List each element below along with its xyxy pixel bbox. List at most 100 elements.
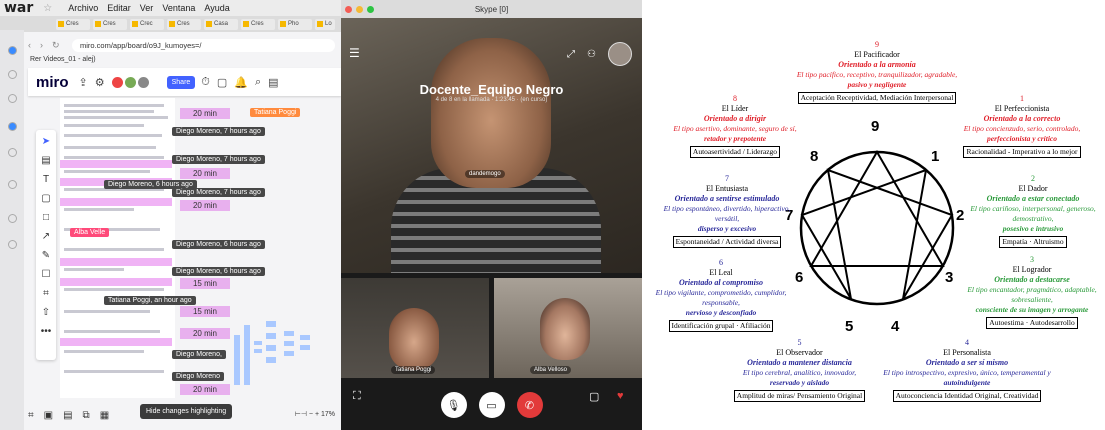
avatar[interactable] <box>124 76 136 88</box>
template-tool-icon[interactable]: ▤ <box>41 155 50 166</box>
shape-tool-icon[interactable]: □ <box>43 212 49 223</box>
type-keywords: disperso y excesivo <box>697 224 757 233</box>
frame-tool-icon[interactable]: ⌗ <box>43 288 49 299</box>
timer-icon[interactable]: ⏱ <box>201 76 210 89</box>
type-6-block: 6 El Leal Orientado al compromiso El tip… <box>646 258 796 332</box>
avatar[interactable] <box>111 76 123 88</box>
heart-icon[interactable]: ♥ <box>617 390 624 402</box>
participant-name: dandemogo <box>465 170 505 178</box>
add-participant-icon[interactable]: ⚇ <box>587 49 596 60</box>
type-4-block: 4 El Personalista Orientado a ser sí mis… <box>872 338 1062 402</box>
bookmark-item[interactable]: Rer Videos_01 - alej) <box>30 56 96 63</box>
url-bar: ‹ › ↻ miro.com/app/board/o9J_kumoyes=/ <box>28 36 341 54</box>
forward-icon[interactable]: › <box>40 40 52 50</box>
browser-tab[interactable]: Pho <box>278 18 312 30</box>
time-chip[interactable]: 20 min <box>180 384 230 395</box>
browser-tab[interactable]: Cres <box>93 18 127 30</box>
browser-tab[interactable]: Crec <box>130 18 164 30</box>
connector-tool-icon[interactable]: ↗ <box>42 231 50 242</box>
cards-icon[interactable]: ⧉ <box>83 410 90 421</box>
author-badge: Diego Moreno, 7 hours ago <box>172 188 265 197</box>
dock-app-icon[interactable] <box>8 180 17 189</box>
fit-icon[interactable]: ⊢⊣ <box>295 411 307 418</box>
text-tool-icon[interactable]: T <box>43 174 49 185</box>
call-top-icons: ⤢ ⚇ <box>567 42 632 66</box>
time-chip[interactable]: 20 min <box>180 200 230 211</box>
camera-button[interactable]: ▭ <box>478 392 505 418</box>
time-chip[interactable]: 20 min <box>180 328 230 339</box>
author-badge: Diego Moreno <box>172 372 224 381</box>
participant-video[interactable]: Tatiana Poggi <box>341 278 489 378</box>
menu-ventana[interactable]: Ventana <box>162 3 195 13</box>
chat-icon[interactable]: ▤ <box>63 410 72 421</box>
app-name: war <box>4 0 34 16</box>
browser-tab[interactable]: Casa <box>204 18 238 30</box>
browser-tab[interactable]: Lo <box>315 18 335 30</box>
menu-ayuda[interactable]: Ayuda <box>204 3 229 13</box>
grid-icon[interactable]: ⌗ <box>28 410 34 421</box>
share-button[interactable]: Share <box>166 75 196 89</box>
enneagram-number-6: 6 <box>795 269 803 286</box>
dock-app-icon[interactable] <box>8 94 17 103</box>
search-icon[interactable]: ⌕ <box>255 76 261 89</box>
dock-app-icon[interactable] <box>8 70 17 79</box>
menu-editar[interactable]: Editar <box>107 3 131 13</box>
menu-ver[interactable]: Ver <box>140 3 154 13</box>
dock-app-icon[interactable] <box>8 46 17 55</box>
time-chip[interactable]: 20 min <box>180 108 230 119</box>
hide-changes-tooltip[interactable]: Hide changes highlighting <box>140 404 233 419</box>
end-call-button[interactable]: ✆ <box>516 392 543 418</box>
type-box: Identificación grupal · Afiliación <box>668 320 774 332</box>
kanban-icon[interactable]: ▦ <box>100 410 109 421</box>
dock-app-icon[interactable] <box>8 214 17 223</box>
avatar[interactable] <box>137 76 149 88</box>
type-name: El Dador <box>1018 184 1048 193</box>
type-orientation: Orientado a la correcto <box>983 114 1061 123</box>
reload-icon[interactable]: ↻ <box>52 40 64 51</box>
comment-icon[interactable]: ▣ <box>44 410 53 421</box>
type-number: 4 <box>965 338 969 347</box>
board-document[interactable] <box>60 98 175 398</box>
miro-logo[interactable]: miro <box>36 74 69 91</box>
address-input[interactable]: miro.com/app/board/o9J_kumoyes=/ <box>72 38 335 52</box>
type-keywords: consciente de su imagen y arrogante <box>975 305 1089 314</box>
dock-app-icon[interactable] <box>8 148 17 157</box>
sticky-note-tool-icon[interactable]: ▢ <box>41 193 50 204</box>
upload-icon[interactable]: ⇪ <box>79 76 88 89</box>
upload-tool-icon[interactable]: ⇧ <box>42 307 50 318</box>
layout-icon[interactable]: ⤢ <box>567 49 575 60</box>
select-tool-icon[interactable]: ➤ <box>42 136 50 147</box>
comment-tool-icon[interactable]: ☐ <box>42 269 51 280</box>
microphone-button[interactable]: 🎙 <box>440 392 467 418</box>
back-icon[interactable]: ‹ <box>28 40 40 50</box>
zoom-out-button[interactable]: − <box>309 411 313 418</box>
browser-tab[interactable]: Cres <box>241 18 275 30</box>
menu-icon[interactable]: ☰ <box>349 46 360 60</box>
type-8-block: 8 El Líder Orientado a dirigir El tipo a… <box>660 94 810 158</box>
settings-icon[interactable]: ⚙ <box>95 76 105 89</box>
browser-tab[interactable]: Cres <box>167 18 201 30</box>
dock-app-icon[interactable] <box>8 240 17 249</box>
zoom-level: 17% <box>320 411 335 418</box>
comment-icon[interactable]: ▢ <box>217 76 227 89</box>
pen-tool-icon[interactable]: ✎ <box>42 250 50 261</box>
browser-tabstrip: Cres Cres Crec Cres Casa Cres Pho Lo <box>0 16 341 32</box>
mac-dock <box>0 30 24 430</box>
avatar[interactable] <box>608 42 632 66</box>
type-name: El Personalista <box>943 348 991 357</box>
browser-tab[interactable]: Cres <box>56 18 90 30</box>
more-tools-icon[interactable]: ••• <box>41 326 52 337</box>
type-3-block: 3 El Logrador Orientado a destacarse El … <box>960 255 1104 329</box>
author-badge: Diego Moreno, 6 hours ago <box>172 240 265 249</box>
time-chip[interactable]: 15 min <box>180 306 230 317</box>
zoom-in-button[interactable]: + <box>315 411 319 418</box>
time-chip[interactable]: 20 min <box>180 168 230 179</box>
time-chip[interactable]: 15 min <box>180 278 230 289</box>
board-menu-icon[interactable]: ▤ <box>268 76 278 89</box>
dock-app-icon[interactable] <box>8 122 17 131</box>
mini-diagram[interactable] <box>232 315 322 395</box>
participant-video[interactable]: Alba Velloso <box>494 278 642 378</box>
bell-icon[interactable]: 🔔 <box>234 76 248 89</box>
menu-archivo[interactable]: Archivo <box>68 3 98 13</box>
chat-icon[interactable]: ▢ <box>589 390 599 403</box>
